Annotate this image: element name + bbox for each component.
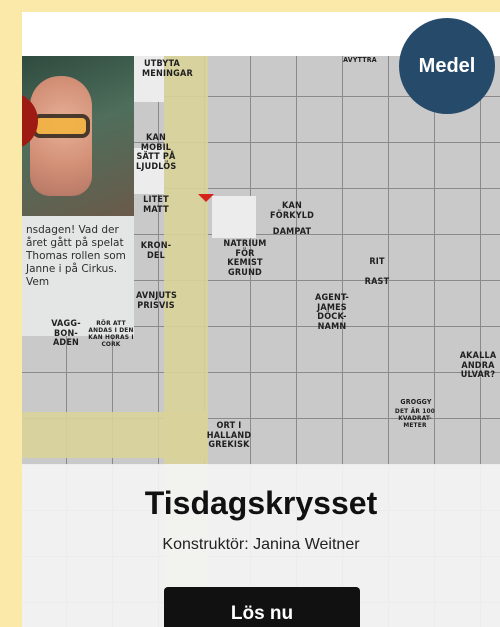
constructor-label: Konstruktör: Janina Weitner bbox=[162, 536, 360, 553]
highlighted-row bbox=[22, 412, 208, 458]
page-margin bbox=[0, 0, 22, 627]
arrow-marker-icon bbox=[198, 194, 214, 202]
clue-label: RIT bbox=[369, 257, 385, 267]
clue-label: LITET MATT bbox=[143, 195, 169, 215]
clue-label: DAMPAT bbox=[272, 227, 312, 237]
clue-label: AVYTTRA bbox=[343, 56, 377, 64]
clue-label: VAGG-BON-ADEN bbox=[51, 319, 81, 348]
clue-label: ORT I HALLAND GREKISK bbox=[206, 421, 252, 450]
story-text: nsdagen! Vad der året gått på spelat Tho… bbox=[22, 216, 134, 336]
solve-now-button[interactable]: Lös nu bbox=[164, 587, 360, 627]
puzzle-title[interactable]: Tisdagskrysset bbox=[22, 485, 500, 522]
clue-label: AVNJUTS PRISVIS bbox=[136, 291, 178, 311]
difficulty-badge: Medel bbox=[399, 18, 495, 114]
clue-label: NATRIUM FÖR KEMIST GRUND bbox=[223, 239, 267, 278]
clue-label: AGENT-JAMES DÖCK-NAMN bbox=[315, 293, 349, 332]
clue-label: DET ÄR 100 KVADRAT-METER bbox=[394, 407, 436, 429]
constructor-photo bbox=[22, 56, 134, 216]
clue-label: KRON-DEL bbox=[140, 241, 172, 261]
clue-label: RAST bbox=[364, 277, 390, 287]
clue-cell bbox=[212, 196, 256, 238]
clue-label: KAN MOBIL SÄTT PÅ LJUDLÖS bbox=[136, 133, 177, 172]
clue-label: KAN FÖRKYLD bbox=[270, 201, 315, 221]
crossword-card[interactable]: nsdagen! Vad der året gått på spelat Tho… bbox=[22, 12, 500, 627]
clue-label: UTBYTA MENINGAR bbox=[142, 59, 193, 79]
glasses-image bbox=[32, 114, 90, 138]
clue-label: RÖR ATT ANDAS I DEN KAN HORAS I CORK bbox=[88, 319, 134, 348]
clue-label: AKALLA ANDRA ULVAR? bbox=[459, 351, 497, 380]
